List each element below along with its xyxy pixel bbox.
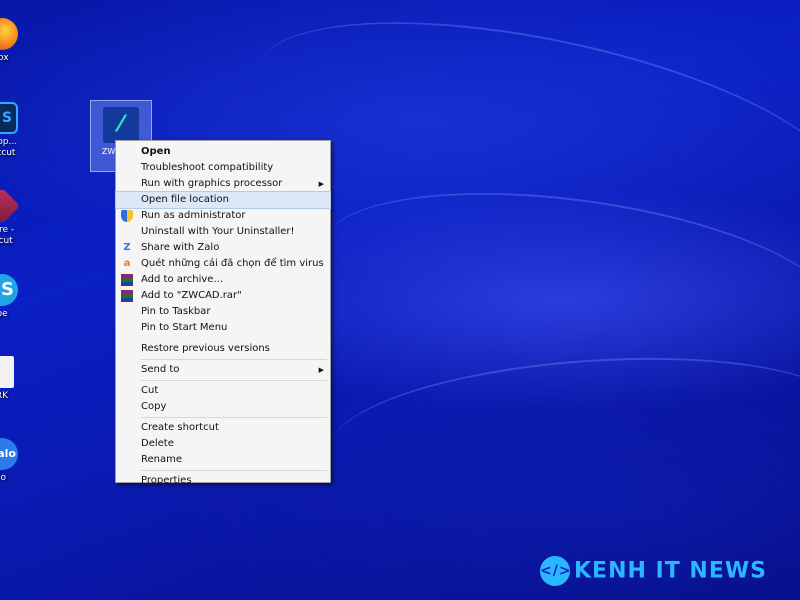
menu-item-restore-previous-versions[interactable]: Restore previous versions — [116, 341, 330, 357]
desktop-icon-label: pe — [0, 309, 8, 319]
desktop-icon-label: RK — [0, 391, 9, 401]
menu-item-pin-to-start-menu[interactable]: Pin to Start Menu — [116, 320, 330, 336]
desktop-icon-firefox[interactable]: lox — [0, 18, 32, 63]
menu-separator — [141, 380, 327, 381]
zwcad-icon: ⁄ — [103, 107, 139, 143]
desktop-icon-document[interactable]: RK — [0, 356, 32, 401]
menu-item-label: Pin to Start Menu — [141, 322, 228, 333]
menu-separator — [141, 359, 327, 360]
menu-item-share-with-zalo[interactable]: Z Share with Zalo — [116, 240, 330, 256]
winrar-icon — [121, 274, 133, 286]
menu-item-rename[interactable]: Rename — [116, 452, 330, 468]
menu-item-cut[interactable]: Cut — [116, 383, 330, 399]
menu-item-label: Rename — [141, 454, 183, 465]
menu-item-label: Open — [141, 146, 171, 157]
menu-item-run-as-administrator[interactable]: Run as administrator — [116, 208, 330, 224]
menu-item-add-to-zwcad-rar[interactable]: Add to "ZWCAD.rar" — [116, 288, 330, 304]
app-icon — [0, 187, 21, 225]
shield-icon — [121, 210, 133, 222]
desktop-icon-photoshop[interactable]: S shop... ortcut — [0, 102, 32, 159]
menu-item-uninstall[interactable]: Uninstall with Your Uninstaller! — [116, 224, 330, 240]
menu-item-pin-to-taskbar[interactable]: Pin to Taskbar — [116, 304, 330, 320]
desktop-icon-label: ture - rtcut — [0, 225, 15, 246]
menu-separator — [141, 470, 327, 471]
submenu-arrow-icon: ▶ — [318, 180, 324, 188]
firefox-icon — [0, 18, 18, 50]
menu-item-label: Properties — [141, 475, 192, 486]
desktop-icon-zalo[interactable]: alo lo — [0, 438, 32, 483]
submenu-arrow-icon: ▶ — [318, 366, 324, 374]
menu-item-open[interactable]: Open — [116, 144, 330, 160]
avast-icon: a — [123, 258, 131, 269]
watermark-text: KENH IT NEWS — [574, 558, 767, 584]
menu-item-label: Create shortcut — [141, 422, 219, 433]
menu-item-scan-virus[interactable]: a Quét những cái đã chọn để tìm virus — [116, 256, 330, 272]
menu-item-copy[interactable]: Copy — [116, 399, 330, 415]
menu-item-open-file-location[interactable]: Open file location — [115, 191, 331, 209]
menu-item-label: Open file location — [141, 194, 229, 205]
wallpaper-streak — [325, 342, 800, 520]
code-icon: </> — [540, 556, 571, 586]
menu-separator — [141, 417, 327, 418]
desktop-icon-label: lo — [0, 473, 6, 483]
menu-item-label: Delete — [141, 438, 174, 449]
document-icon — [0, 356, 14, 388]
menu-item-label: Uninstall with Your Uninstaller! — [141, 226, 295, 237]
menu-item-label: Cut — [141, 385, 159, 396]
desktop-icon-app[interactable]: ture - rtcut — [0, 187, 32, 247]
menu-item-create-shortcut[interactable]: Create shortcut — [116, 420, 330, 436]
menu-item-label: Copy — [141, 401, 167, 412]
menu-item-troubleshoot-compatibility[interactable]: Troubleshoot compatibility — [116, 160, 330, 176]
menu-item-send-to[interactable]: Send to ▶ — [116, 362, 330, 378]
menu-item-label: Add to "ZWCAD.rar" — [141, 290, 242, 301]
desktop-icon-label: shop... ortcut — [0, 137, 18, 158]
zalo-icon: Z — [123, 242, 131, 253]
skype-icon: S — [0, 274, 18, 306]
menu-item-properties[interactable]: Properties — [116, 473, 330, 489]
context-menu: Open Troubleshoot compatibility Run with… — [115, 140, 331, 486]
menu-item-label: Pin to Taskbar — [141, 306, 211, 317]
winrar-icon — [121, 290, 133, 302]
menu-item-label: Quét những cái đã chọn để tìm virus — [141, 258, 324, 269]
desktop-icon-skype[interactable]: S pe — [0, 274, 32, 319]
zalo-icon: alo — [0, 438, 18, 470]
menu-item-label: Troubleshoot compatibility — [141, 162, 274, 173]
menu-item-label: Run as administrator — [141, 210, 246, 221]
menu-item-run-with-graphics-processor[interactable]: Run with graphics processor ▶ — [116, 176, 330, 192]
menu-item-label: Restore previous versions — [141, 343, 270, 354]
menu-item-add-to-archive[interactable]: Add to archive... — [116, 272, 330, 288]
menu-item-label: Share with Zalo — [141, 242, 220, 253]
menu-item-delete[interactable]: Delete — [116, 436, 330, 452]
menu-item-label: Run with graphics processor — [141, 178, 283, 189]
photoshop-icon: S — [0, 102, 18, 134]
desktop-icon-label: lox — [0, 53, 9, 63]
menu-item-label: Add to archive... — [141, 274, 223, 285]
menu-item-label: Send to — [141, 364, 180, 375]
watermark-logo: </> KENH IT NEWS — [540, 556, 790, 590]
